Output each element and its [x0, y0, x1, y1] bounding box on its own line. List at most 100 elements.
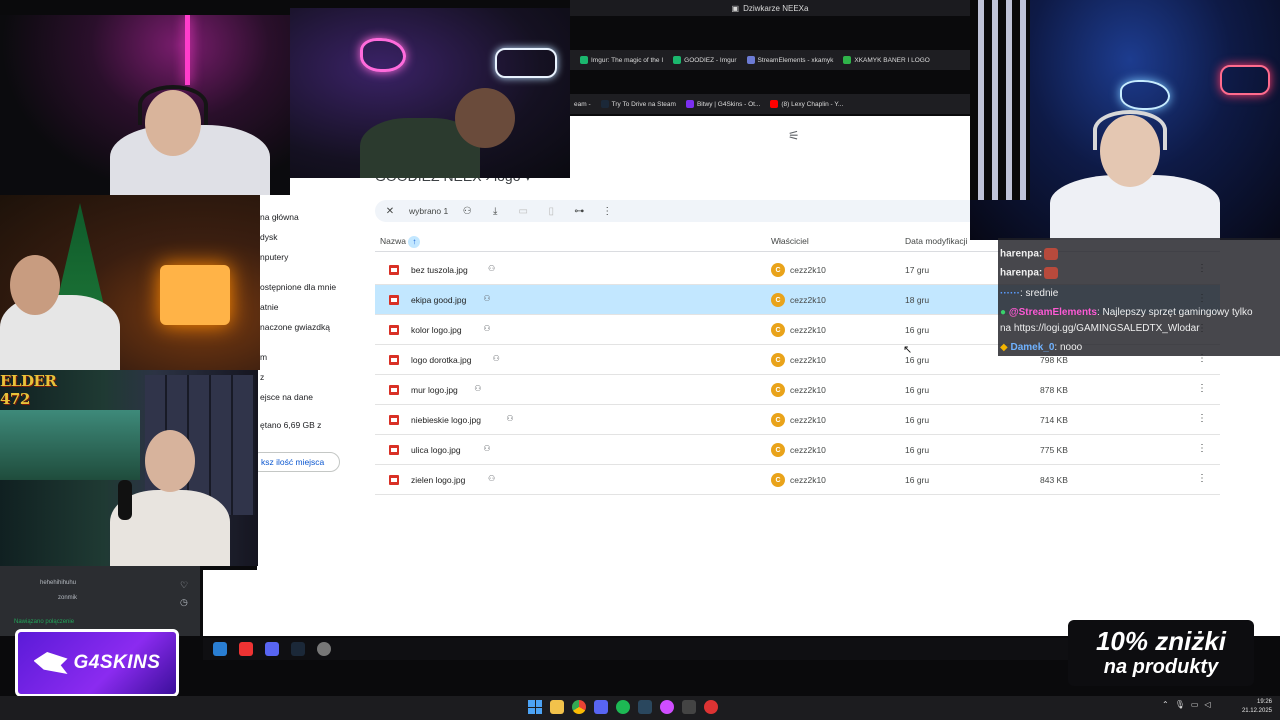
settings-icon[interactable]	[317, 642, 331, 656]
filter-icon[interactable]: ⚟	[788, 128, 804, 144]
column-modified[interactable]: Data modyfikacji	[905, 236, 967, 246]
discord-user[interactable]: hehehihihuhu	[40, 580, 76, 586]
drive-sidebar: na główna dysk nputery ostępnione dla mn…	[257, 205, 367, 485]
heart-icon[interactable]: ♡	[180, 580, 188, 591]
tray-expand-icon[interactable]: ⌃	[1162, 700, 1169, 709]
more-actions-icon[interactable]: ⋮	[1197, 473, 1207, 484]
column-owner[interactable]: Właściciel	[771, 236, 809, 246]
volume-icon[interactable]: ◁	[1204, 700, 1210, 709]
more-actions-icon[interactable]: ⋮	[1197, 443, 1207, 454]
file-row[interactable]: niebieskie logo.jpg ⚇ Ccezz2k10 16 gru 714 K…	[375, 405, 1220, 435]
owner-avatar: C	[771, 323, 785, 337]
file-name[interactable]: bez tuszola.jpg	[411, 265, 468, 275]
capcut-icon[interactable]	[682, 700, 696, 714]
chat-username: harenpa:	[1000, 267, 1043, 279]
file-modified: 17 gru	[905, 265, 930, 275]
file-name[interactable]: logo dorotka.jpg	[411, 355, 472, 365]
microphone-icon[interactable]: 🎙	[1175, 700, 1185, 709]
owner-avatar: C	[771, 473, 785, 487]
column-name[interactable]: Nazwa ↑	[380, 236, 421, 248]
file-modified: 16 gru	[905, 475, 930, 485]
owner-avatar: C	[771, 263, 785, 277]
file-name[interactable]: ulica logo.jpg	[411, 445, 461, 455]
close-icon[interactable]: ✕	[381, 206, 399, 217]
windows-icon[interactable]	[213, 642, 227, 656]
file-row[interactable]: zielen logo.jpg ⚇ Ccezz2k10 16 gru 843 KB ⋮	[375, 465, 1220, 495]
bookmark-imgur[interactable]: Imgur: The magic of the I	[580, 56, 663, 64]
selection-count: wybrano 1	[409, 206, 449, 216]
bookmark-label: Bitwy | G4Skins - Ot...	[696, 100, 761, 108]
move-icon[interactable]: ▭	[514, 206, 532, 217]
chrome-icon[interactable]	[572, 700, 586, 714]
steam-icon[interactable]	[638, 700, 652, 714]
network-icon[interactable]: ▭	[1191, 700, 1199, 709]
download-icon[interactable]: ⤓	[486, 206, 504, 217]
sidebar-item-starred[interactable]: naczone gwiazdką	[260, 322, 330, 332]
neon-light	[185, 15, 190, 85]
more-actions-icon[interactable]: ⋮	[1197, 413, 1207, 424]
trash-icon[interactable]: ▯	[542, 206, 560, 217]
bookmark-streamelements[interactable]: StreamElements - xkamyk	[746, 56, 833, 64]
opera-icon[interactable]	[239, 642, 253, 656]
obs-icon[interactable]	[660, 700, 674, 714]
bookmark-goodiez[interactable]: GOODIEZ - Imgur	[673, 56, 737, 64]
bookmark-g4skins[interactable]: Bitwy | G4Skins - Ot...	[685, 100, 761, 108]
get-more-storage-button[interactable]: ksz ilość miejsca	[250, 452, 340, 472]
shared-icon: ⚇	[506, 414, 514, 423]
image-file-icon	[389, 445, 399, 455]
webcam-1	[0, 15, 290, 195]
fireplace	[160, 265, 230, 325]
webcam-2	[290, 8, 570, 178]
badge-icon: ◆	[1000, 342, 1008, 353]
chat-message: ◆ Damek_0: nooo	[1000, 342, 1082, 353]
file-row[interactable]: mur logo.jpg ⚇ Ccezz2k10 16 gru 878 KB ⋮	[375, 375, 1220, 405]
sidebar-item-recent[interactable]: atnie	[260, 302, 278, 312]
start-button-icon[interactable]	[528, 700, 542, 714]
bookmark-xkamyk[interactable]: XKAMYK BANER I LOGO	[843, 56, 930, 64]
verified-icon: ●	[1000, 307, 1007, 318]
shared-icon: ⚇	[483, 324, 491, 333]
file-name[interactable]: mur logo.jpg	[411, 385, 458, 395]
link-icon[interactable]: ⊶	[570, 206, 588, 217]
file-name[interactable]: kolor logo.jpg	[411, 325, 462, 335]
sidebar-item-computers[interactable]: nputery	[260, 252, 288, 262]
chat-message: harenpa:	[1000, 248, 1059, 260]
headset-icon	[1093, 110, 1167, 150]
discord-user[interactable]: zonmik	[58, 595, 77, 601]
sidebar-item-storage[interactable]: ejsce na dane	[260, 392, 313, 402]
sidebar-item-trash[interactable]: z	[260, 372, 264, 382]
file-name[interactable]: ekipa good.jpg	[411, 295, 466, 305]
taskbar-clock[interactable]: 19:26 21.12.2025	[1232, 698, 1272, 716]
sidebar-item-home[interactable]: na główna	[260, 212, 299, 222]
sidebar-item-shared[interactable]: ostępnione dla mnie	[260, 282, 336, 292]
chat-text: : nooo	[1054, 342, 1083, 353]
discord-icon[interactable]	[594, 700, 608, 714]
bookmark-youtube[interactable]: (8) Lexy Chaplin - Y...	[770, 100, 843, 108]
file-row[interactable]: ulica logo.jpg ⚇ Ccezz2k10 16 gru 775 KB ⋮	[375, 435, 1220, 465]
file-name[interactable]: niebieskie logo.jpg	[411, 415, 481, 425]
clock-icon[interactable]: ◷	[180, 597, 188, 608]
imgur-icon	[580, 56, 588, 64]
promo-banner: 10% zniżki na produkty	[1068, 620, 1254, 686]
neon-sign-2	[495, 48, 557, 78]
sidebar-item-spam[interactable]: m	[260, 352, 267, 362]
owner-avatar: C	[771, 353, 785, 367]
more-actions-icon[interactable]: ⋮	[1197, 383, 1207, 394]
bookmark-drive-steam[interactable]: Try To Drive na Steam	[600, 100, 676, 108]
app-taskbar	[203, 638, 1073, 660]
file-explorer-icon[interactable]	[550, 700, 564, 714]
discord-icon[interactable]	[265, 642, 279, 656]
striped-wall	[970, 0, 1030, 200]
bookmark-steam[interactable]: eam -	[574, 101, 591, 108]
spotify-icon[interactable]	[616, 700, 630, 714]
file-owner: cezz2k10	[790, 445, 826, 455]
file-name[interactable]: zielen logo.jpg	[411, 475, 465, 485]
sidebar-item-my-drive[interactable]: dysk	[260, 232, 277, 242]
more-icon[interactable]: ⋮	[598, 206, 616, 217]
sort-arrow-icon[interactable]: ↑	[408, 236, 421, 248]
share-person-icon[interactable]: ⚇	[458, 206, 476, 217]
bookmark-label: eam -	[574, 100, 591, 108]
opera-gx-icon[interactable]	[704, 700, 718, 714]
steam-icon[interactable]	[291, 642, 305, 656]
owner-avatar: C	[771, 413, 785, 427]
